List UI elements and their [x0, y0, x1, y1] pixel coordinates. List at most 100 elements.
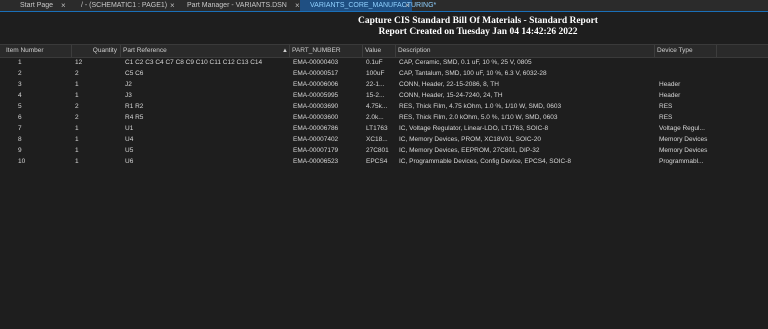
cell-item-number: 5: [18, 103, 22, 110]
document-tab-bar: Start Page × / - (SCHEMATIC1 : PAGE1) × …: [0, 0, 768, 12]
report-title: Capture CIS Standard Bill Of Materials -…: [358, 16, 598, 26]
cell-part-reference: J2: [125, 81, 132, 88]
cell-value: 15-2...: [366, 92, 385, 99]
table-row[interactable]: 2 2 C5 C6 EMA-00000517 100uF CAP, Tantal…: [0, 69, 768, 79]
cell-quantity: 1: [75, 136, 79, 143]
cell-description: CONN, Header, 22-15-2086, 8, TH: [399, 81, 499, 88]
cell-part-reference: U6: [125, 158, 134, 165]
cell-quantity: 1: [75, 158, 79, 165]
column-header-device-type[interactable]: Device Type: [655, 45, 717, 57]
column-header-part-reference[interactable]: Part Reference ▲: [121, 45, 290, 57]
cell-description: RES, Thick Film, 4.75 kOhm, 1.0 %, 1/10 …: [399, 103, 562, 110]
cell-part-reference: R1 R2: [125, 103, 144, 110]
table-row[interactable]: 4 1 J3 EMA-00005995 15-2... CONN, Header…: [0, 91, 768, 101]
tab-label: / - (SCHEMATIC1 : PAGE1): [81, 2, 168, 9]
cell-description: RES, Thick Film, 2.0 kOhm, 5.0 %, 1/10 W…: [399, 114, 558, 121]
table-row[interactable]: 10 1 U6 EMA-00006523 EPCS4 IC, Programma…: [0, 157, 768, 167]
cell-value: 100uF: [366, 70, 385, 77]
cell-part-number: EMA-00003600: [293, 114, 339, 121]
cell-part-number: EMA-00000517: [293, 70, 339, 77]
column-header-part-reference-label: Part Reference: [123, 47, 167, 54]
tab-start-page[interactable]: Start Page ×: [0, 0, 80, 11]
cell-quantity: 2: [75, 70, 79, 77]
cell-device-type: [659, 69, 717, 79]
close-icon[interactable]: ×: [170, 0, 175, 11]
cell-quantity: 12: [75, 59, 83, 66]
cell-description: IC, Memory Devices, EEPROM, 27C801, DIP-…: [399, 147, 540, 154]
table-row[interactable]: 9 1 U5 EMA-00007179 27C801 IC, Memory De…: [0, 146, 768, 156]
report-header: Capture CIS Standard Bill Of Materials -…: [328, 16, 628, 38]
cell-value: LT1763: [366, 125, 388, 132]
cell-device-type: [659, 58, 717, 68]
column-header-row: Item Number Quantity Part Reference ▲ PA…: [0, 44, 768, 58]
cell-quantity: 1: [75, 125, 79, 132]
cell-item-number: 7: [18, 125, 22, 132]
cell-value: 4.75k...: [366, 103, 388, 110]
tab-schematic1-page1[interactable]: / - (SCHEMATIC1 : PAGE1) ×: [80, 0, 175, 11]
report-created-date: Report Created on Tuesday Jan 04 14:42:2…: [378, 27, 578, 37]
cell-device-type: Header: [659, 81, 681, 88]
tab-label: Part Manager - VARIANTS.DSN: [187, 2, 287, 9]
cell-device-type: RES: [659, 114, 673, 121]
table-row[interactable]: 5 2 R1 R2 EMA-00003690 4.75k... RES, Thi…: [0, 102, 768, 112]
cell-part-reference: C5 C6: [125, 70, 144, 77]
table-row[interactable]: 6 2 R4 R5 EMA-00003600 2.0k... RES, Thic…: [0, 113, 768, 123]
table-row[interactable]: 8 1 U4 EMA-00007402 XC18... IC, Memory D…: [0, 135, 768, 145]
cell-part-number: EMA-00007402: [293, 136, 339, 143]
cell-quantity: 1: [75, 81, 79, 88]
cell-item-number: 3: [18, 81, 22, 88]
cell-value: 27C801: [366, 147, 389, 154]
cell-part-reference: R4 R5: [125, 114, 144, 121]
cell-device-type: Header: [659, 92, 681, 99]
sort-ascending-icon: ▲: [282, 48, 288, 54]
cell-item-number: 9: [18, 147, 22, 154]
cell-item-number: 1: [18, 59, 22, 66]
cell-part-reference: C1 C2 C3 C4 C7 C8 C9 C10 C11 C12 C13 C14: [125, 59, 263, 66]
cell-description: CAP, Ceramic, SMD, 0.1 uF, 10 %, 25 V, 0…: [399, 59, 532, 66]
cell-device-type: Memory Devices: [659, 147, 708, 154]
cell-part-number: EMA-00003690: [293, 103, 339, 110]
cell-item-number: 2: [18, 70, 22, 77]
table-row[interactable]: 7 1 U1 EMA-00006786 LT1763 IC, Voltage R…: [0, 124, 768, 134]
cell-part-number: EMA-00006523: [293, 158, 339, 165]
cell-description: IC, Programmable Devices, Config Device,…: [399, 158, 571, 165]
cell-part-reference: J3: [125, 92, 132, 99]
table-row[interactable]: 3 1 J2 EMA-00006006 22-1... CONN, Header…: [0, 80, 768, 90]
column-header-part-number[interactable]: PART_NUMBER: [290, 45, 363, 57]
close-icon[interactable]: ×: [295, 0, 300, 11]
close-icon[interactable]: ×: [61, 0, 66, 11]
cell-device-type: Memory Devices: [659, 136, 708, 143]
cell-device-type: Programmabl...: [659, 158, 704, 165]
tab-variants-core-manufacturing[interactable]: VARIANTS_CORE_MANUFACTURING* ×: [300, 0, 436, 11]
cell-device-type: Voltage Regul...: [659, 125, 705, 132]
cell-description: IC, Memory Devices, PROM, XC18V01, SOIC-…: [399, 136, 541, 143]
cell-value: 2.0k...: [366, 114, 384, 121]
cell-value: 22-1...: [366, 81, 385, 88]
cell-description: IC, Voltage Regulator, Linear-LDO, LT176…: [399, 125, 549, 132]
cell-value: XC18...: [366, 136, 388, 143]
cell-item-number: 8: [18, 136, 22, 143]
cell-quantity: 2: [75, 103, 79, 110]
cell-item-number: 4: [18, 92, 22, 99]
column-header-value[interactable]: Value: [363, 45, 396, 57]
cell-quantity: 2: [75, 114, 79, 121]
cell-description: CAP, Tantalum, SMD, 100 uF, 10 %, 6.3 V,…: [399, 70, 547, 77]
cell-item-number: 10: [18, 158, 26, 165]
cell-quantity: 1: [75, 147, 79, 154]
column-header-item-number[interactable]: Item Number: [0, 45, 72, 57]
column-header-description[interactable]: Description: [396, 45, 655, 57]
close-icon[interactable]: ×: [405, 0, 410, 11]
cell-part-reference: U1: [125, 125, 134, 132]
cell-value: EPCS4: [366, 158, 388, 165]
tab-label: Start Page: [20, 2, 54, 9]
cell-part-reference: U4: [125, 136, 134, 143]
table-row[interactable]: 1 12 C1 C2 C3 C4 C7 C8 C9 C10 C11 C12 C1…: [0, 58, 768, 68]
cell-item-number: 6: [18, 114, 22, 121]
cell-part-number: EMA-00006006: [293, 81, 339, 88]
tab-label: VARIANTS_CORE_MANUFACTURING*: [310, 2, 437, 9]
column-header-quantity[interactable]: Quantity: [72, 45, 121, 57]
cell-description: CONN, Header, 15-24-7240, 24, TH: [399, 92, 503, 99]
cell-device-type: RES: [659, 103, 673, 110]
cell-quantity: 1: [75, 92, 79, 99]
tab-part-manager[interactable]: Part Manager - VARIANTS.DSN ×: [185, 0, 300, 11]
